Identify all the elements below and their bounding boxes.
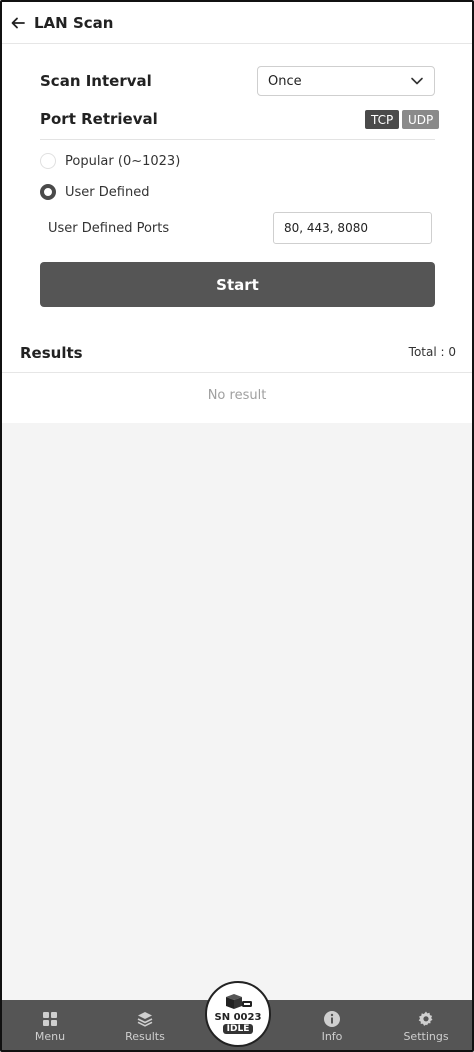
results-panel: Results Total : 0 No result bbox=[2, 327, 472, 423]
grid-icon bbox=[43, 1011, 57, 1026]
user-defined-ports-input[interactable] bbox=[273, 212, 432, 244]
back-arrow-icon[interactable] bbox=[10, 15, 26, 31]
chevron-down-icon bbox=[410, 74, 424, 88]
start-button[interactable]: Start bbox=[40, 262, 435, 307]
radio-popular[interactable]: Popular (0~1023) bbox=[40, 153, 180, 169]
scan-interval-label: Scan Interval bbox=[40, 72, 152, 90]
tcp-tag[interactable]: TCP bbox=[365, 110, 400, 129]
results-title: Results bbox=[20, 344, 83, 362]
app-header: LAN Scan bbox=[2, 2, 472, 44]
udp-tag[interactable]: UDP bbox=[402, 110, 440, 129]
radio-popular-label: Popular (0~1023) bbox=[65, 153, 181, 169]
radio-unchecked-icon[interactable] bbox=[40, 153, 56, 169]
device-serial: SN 0023 bbox=[214, 1012, 262, 1023]
info-icon bbox=[324, 1010, 340, 1027]
scan-settings-card: Scan Interval Once Port Retrieval TCP UD… bbox=[2, 44, 472, 327]
results-total: Total : 0 bbox=[408, 345, 456, 359]
nav-menu[interactable]: Menu bbox=[10, 1000, 90, 1050]
radio-checked-icon[interactable] bbox=[40, 184, 56, 200]
nav-settings[interactable]: Settings bbox=[386, 1000, 466, 1050]
port-retrieval-label: Port Retrieval bbox=[40, 110, 158, 128]
nav-results-label: Results bbox=[125, 1029, 165, 1043]
no-result-message: No result bbox=[207, 388, 267, 403]
nav-results[interactable]: Results bbox=[105, 1000, 185, 1050]
device-icon bbox=[226, 994, 252, 1009]
device-status-button[interactable]: SN 0023 IDLE bbox=[205, 981, 271, 1047]
nav-info[interactable]: Info bbox=[292, 1000, 372, 1050]
section-divider bbox=[40, 139, 435, 140]
page-title: LAN Scan bbox=[34, 13, 114, 32]
layers-icon bbox=[137, 1011, 153, 1027]
radio-user-defined-label: User Defined bbox=[65, 184, 150, 200]
scan-interval-select[interactable]: Once bbox=[257, 66, 435, 96]
nav-info-label: Info bbox=[321, 1029, 343, 1043]
nav-menu-label: Menu bbox=[34, 1029, 66, 1043]
user-defined-ports-label: User Defined Ports bbox=[48, 221, 170, 236]
device-status-badge: IDLE bbox=[222, 1024, 254, 1034]
radio-user-defined[interactable]: User Defined bbox=[40, 184, 149, 200]
gear-icon bbox=[418, 1011, 433, 1026]
scan-interval-value: Once bbox=[268, 73, 302, 89]
nav-settings-label: Settings bbox=[403, 1029, 449, 1043]
results-divider bbox=[2, 372, 472, 373]
app-frame: LAN Scan Scan Interval Once Port Retriev… bbox=[0, 0, 474, 1052]
